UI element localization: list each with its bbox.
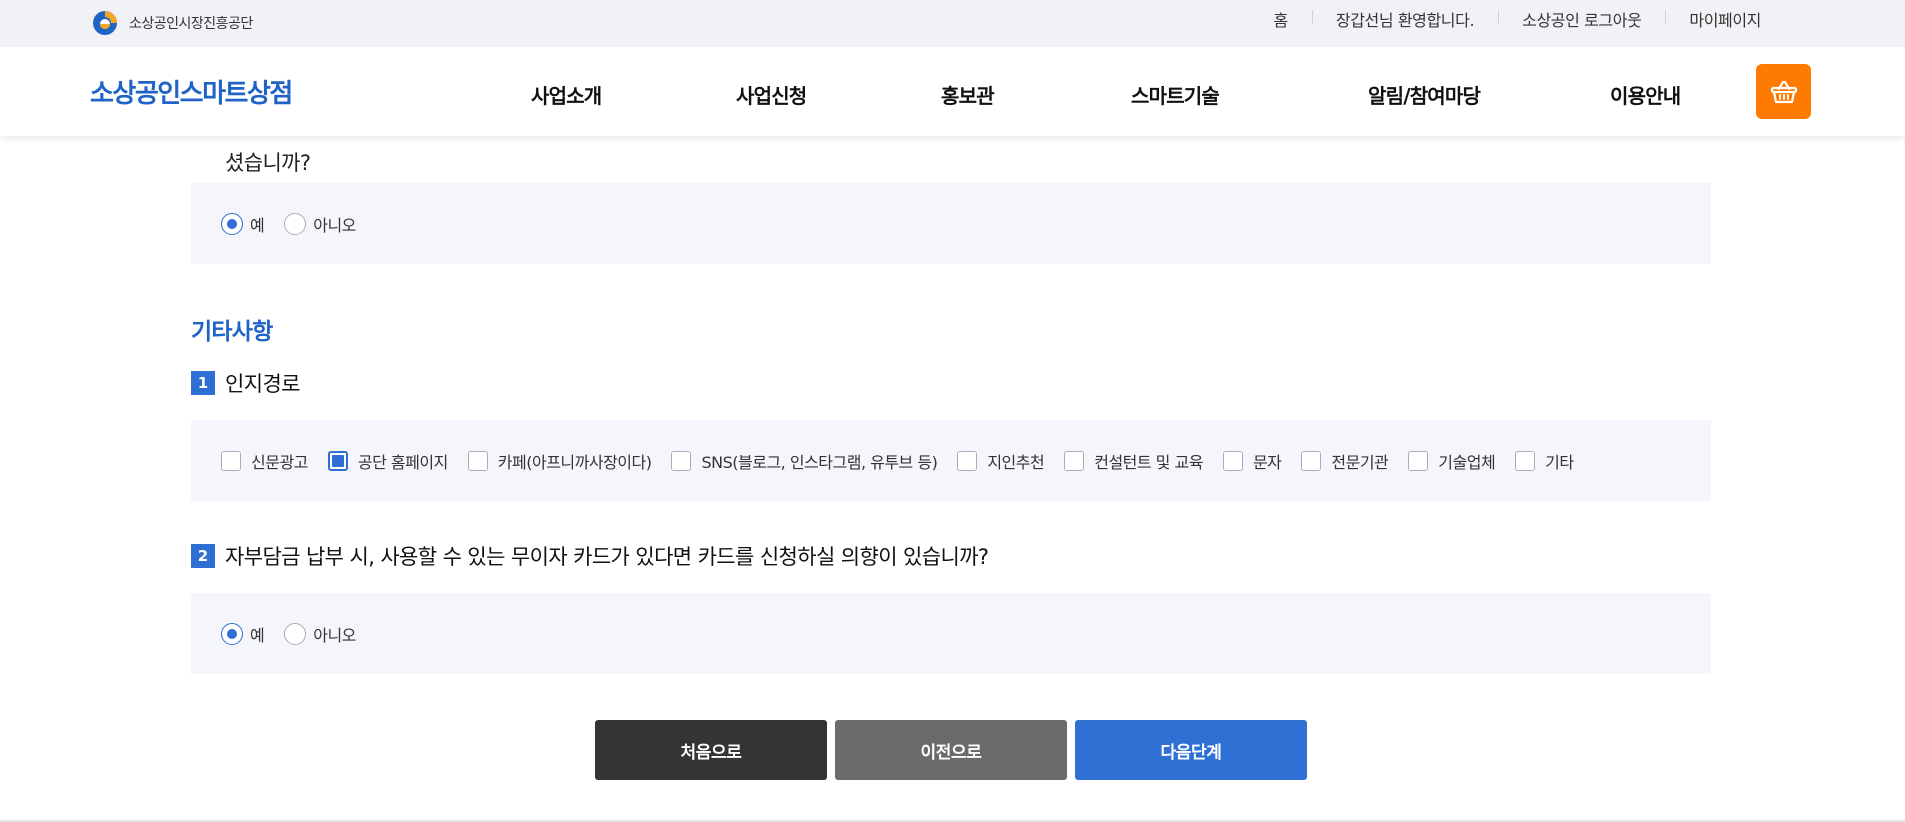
cart-button[interactable]	[1756, 64, 1811, 119]
home-link[interactable]: 홈	[1250, 7, 1312, 31]
option-label: 신문광고	[251, 452, 308, 472]
org-name: 소상공인시장진흥공단	[129, 16, 253, 32]
basket-icon	[1770, 80, 1797, 103]
mypage-link[interactable]: 마이페이지	[1665, 7, 1785, 31]
utility-bar: 소상공인시장진흥공단 홈 장갑선님 환영합니다. 소상공인 로그아웃 마이페이지	[0, 0, 1905, 47]
checkbox-homepage[interactable]: 공단 홈페이지	[327, 449, 448, 473]
radio-no[interactable]	[284, 622, 307, 645]
checkbox-consultant[interactable]: 컨설턴트 및 교육	[1064, 449, 1203, 473]
nav-item-apply[interactable]: 사업신청	[736, 80, 807, 109]
question-number-badge: 2	[191, 544, 215, 568]
question-text: 인지경로	[225, 372, 300, 396]
checkbox[interactable]	[671, 450, 692, 471]
first-page-button[interactable]: 처음으로	[595, 720, 827, 780]
main-nav: 사업소개 사업신청 홍보관 스마트기술 알림/참여마당 이용안내	[0, 47, 1905, 136]
question-number-badge: 1	[191, 371, 215, 395]
option-label: 지인추천	[987, 452, 1045, 472]
checkbox-tech-company[interactable]: 기술업체	[1408, 449, 1496, 473]
utility-links: 홈 장갑선님 환영합니다. 소상공인 로그아웃 마이페이지	[1250, 0, 1785, 37]
prev-question-answers: 예 아니오	[191, 183, 1711, 264]
checkbox-newspaper[interactable]: 신문광고	[221, 449, 308, 473]
checkbox[interactable]	[467, 450, 488, 471]
org-logo-icon	[93, 11, 117, 35]
checkbox[interactable]	[1408, 450, 1429, 471]
checkbox-other[interactable]: 기타	[1515, 449, 1574, 473]
option-label: 카페(아프니까사장이다)	[497, 452, 652, 472]
checkbox-referral[interactable]: 지인추천	[957, 449, 1045, 473]
checkbox[interactable]	[221, 450, 241, 471]
q2-option-no[interactable]: 아니오	[284, 622, 356, 646]
nav-item-guide[interactable]: 이용안내	[1610, 80, 1681, 109]
checkbox[interactable]	[1064, 450, 1085, 471]
option-label: 아니오	[313, 215, 356, 235]
option-label: 예	[250, 625, 265, 645]
question-text: 자부담금 납부 시, 사용할 수 있는 무이자 카드가 있다면 카드를 신청하실…	[225, 545, 989, 569]
checkbox[interactable]	[957, 450, 978, 471]
option-label: 아니오	[313, 625, 356, 645]
nav-item-notice[interactable]: 알림/참여마당	[1368, 80, 1481, 109]
option-label: 기술업체	[1438, 452, 1496, 472]
q2-answers: 예 아니오	[191, 593, 1711, 674]
checkbox[interactable]	[1301, 450, 1322, 471]
option-label: SNS(블로그, 인스타그램, 유투브 등)	[701, 452, 938, 472]
radio-no[interactable]	[284, 212, 307, 235]
welcome-text: 장갑선님 환영합니다.	[1311, 7, 1498, 31]
checkbox-checked[interactable]	[327, 450, 348, 471]
nav-item-about[interactable]: 사업소개	[531, 80, 602, 109]
checkbox[interactable]	[1222, 450, 1243, 471]
option-label: 컨설턴트 및 교육	[1094, 452, 1203, 472]
q2-option-yes[interactable]: 예	[221, 622, 265, 646]
prev-option-no[interactable]: 아니오	[284, 212, 356, 236]
logout-link[interactable]: 소상공인 로그아웃	[1498, 7, 1665, 31]
checkbox-sns[interactable]: SNS(블로그, 인스타그램, 유투브 등)	[671, 449, 938, 473]
option-label: 공단 홈페이지	[357, 452, 448, 472]
nav-item-promo[interactable]: 홍보관	[941, 80, 995, 109]
main-header: 소상공인스마트상점 사업소개 사업신청 홍보관 스마트기술 알림/참여마당 이용…	[0, 47, 1905, 136]
option-label: 문자	[1252, 452, 1282, 472]
radio-yes[interactable]	[221, 212, 243, 235]
option-label: 기타	[1545, 452, 1574, 472]
checkbox-sms[interactable]: 문자	[1222, 449, 1282, 473]
checkbox-agency[interactable]: 전문기관	[1301, 449, 1389, 473]
checkbox-cafe[interactable]: 카페(아프니까사장이다)	[467, 449, 652, 473]
org-logo[interactable]: 소상공인시장진흥공단	[91, 8, 253, 38]
previous-button[interactable]: 이전으로	[835, 720, 1067, 780]
question-1: 1 인지경로	[191, 368, 300, 398]
checkbox[interactable]	[1515, 450, 1536, 471]
section-title: 기타사항	[191, 319, 273, 345]
q1-answers: 신문광고 공단 홈페이지 카페(아프니까사장이다) SNS(블로그, 인스타그램…	[191, 420, 1711, 501]
nav-item-smart-tech[interactable]: 스마트기술	[1131, 80, 1220, 109]
radio-yes[interactable]	[221, 622, 243, 645]
option-label: 전문기관	[1331, 452, 1389, 472]
next-step-button[interactable]: 다음단계	[1075, 720, 1307, 780]
prev-option-yes[interactable]: 예	[221, 212, 265, 236]
option-label: 예	[250, 215, 265, 235]
question-2: 2 자부담금 납부 시, 사용할 수 있는 무이자 카드가 있다면 카드를 신청…	[191, 541, 989, 571]
